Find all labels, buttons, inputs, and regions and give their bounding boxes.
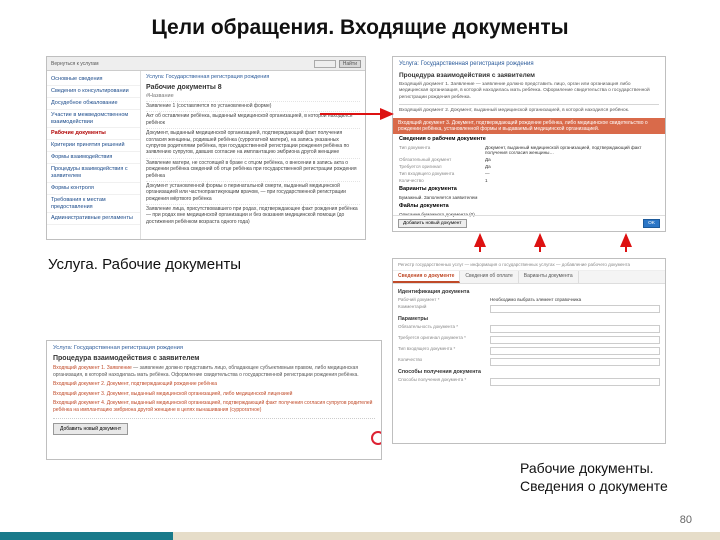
field-row: Обязательный документДа	[393, 156, 665, 163]
variant-link[interactable]: Бумажный. Заполняется заявителем	[399, 195, 659, 200]
doc-line[interactable]: Заявление матери, не состоящей в браке с…	[146, 158, 360, 179]
incoming-2-head[interactable]: Входящий документ 2. Документ, подтвержд…	[53, 381, 217, 387]
service-label: Услуга: Государственная регистрация рожд…	[146, 74, 360, 80]
doc-line[interactable]: Акт об оставлении ребёнка, выданный меди…	[146, 111, 360, 126]
sidebar-item[interactable]: Процедуры взаимодействия с заявителем	[47, 164, 140, 183]
doc-line[interactable]: Заявление 1 (составляется по установленн…	[146, 101, 360, 109]
form-row: Комментарий	[398, 304, 660, 313]
caption-service-docs: Услуга. Рабочие документы	[48, 256, 241, 273]
doc-line[interactable]: Документ установленной формы о перинатал…	[146, 181, 360, 202]
sidebar-item[interactable]: Сведения о консультировании	[47, 86, 140, 98]
doc-line[interactable]: Заявление лица, присутствовавшего при ро…	[146, 204, 360, 225]
tabs: Сведения о документеСведения об оплатеВа…	[393, 271, 665, 284]
back-link[interactable]: Вернуться к услугам	[51, 61, 99, 67]
screenshot-doc-form: Регистр государственных услуг — информац…	[392, 258, 666, 444]
tab[interactable]: Варианты документа	[519, 271, 579, 283]
sidebar-item[interactable]: Критерии принятия решений	[47, 140, 140, 152]
caption-doc-info: Рабочие документы.Сведения о документе	[520, 460, 668, 495]
fieldset-identification: Идентификация документа	[398, 289, 660, 295]
input-box[interactable]	[490, 358, 660, 366]
fieldset-params: Параметры	[398, 316, 660, 322]
sidebar-item[interactable]: Формы контроля	[47, 183, 140, 195]
side-nav: Основные сведенияСведения о консультиров…	[47, 71, 141, 239]
procedure-title: Процедура взаимодействия с заявителем	[53, 355, 375, 362]
ok-button[interactable]: OK	[643, 219, 660, 228]
files-title: Файлы документа	[393, 201, 665, 211]
add-document-button[interactable]: Добавить новый документ	[398, 219, 467, 228]
input-box[interactable]	[490, 325, 660, 333]
procedure-title: Процедура взаимодействия с заявителем	[399, 72, 659, 80]
intro-2: Входящий документ 2. Документ, выданный …	[399, 108, 659, 114]
variants-title: Варианты документа	[393, 184, 665, 194]
field-row: Тип входящего документа—	[393, 170, 665, 177]
field-row: Тип документаДокумент, выданный медицинс…	[393, 144, 665, 156]
sidebar-item[interactable]: Участие в межведомственном взаимодействи…	[47, 110, 140, 129]
input-box[interactable]	[490, 336, 660, 344]
slide-title: Цели обращения. Входящие документы	[0, 16, 720, 40]
section-subhead: #Название	[146, 93, 360, 99]
doc-line[interactable]: Документ, выданный медицинской организац…	[146, 128, 360, 156]
service-label: Услуга: Государственная регистрация рожд…	[53, 345, 375, 351]
service-label: Услуга: Государственная регистрация рожд…	[399, 61, 659, 69]
incoming-1-head[interactable]: Входящий документ 1. Заявление	[53, 365, 132, 371]
highlighted-doc[interactable]: Входящий документ 3. Документ, подтвержд…	[393, 118, 665, 134]
search-button[interactable]: Найти	[339, 60, 361, 68]
add-document-button[interactable]: Добавить новый документ	[53, 423, 128, 435]
sidebar-item[interactable]: Формы взаимодействия	[47, 152, 140, 164]
callout-marker	[371, 431, 382, 445]
form-row: Обязательность документа *	[398, 324, 660, 333]
doc-info-title: Сведения о рабочем документе	[393, 134, 665, 144]
form-row: Количество	[398, 357, 660, 366]
fieldset-obtain: Способы получения документа	[398, 369, 660, 375]
input-box[interactable]	[490, 305, 660, 313]
sidebar-item[interactable]: Административные регламенты	[47, 213, 140, 225]
tab[interactable]: Сведения об оплате	[460, 271, 518, 283]
sidebar-item[interactable]: Рабочие документы	[47, 128, 140, 140]
search-input[interactable]	[314, 60, 336, 68]
form-row: Рабочий документ *Необходимо выбрать эле…	[398, 297, 660, 302]
incoming-3-head[interactable]: Входящий документ 3. Документ, выданный …	[53, 391, 292, 397]
field-row: Требуется оригиналДа	[393, 163, 665, 170]
sidebar-item[interactable]: Требования к местам предоставления	[47, 195, 140, 214]
screenshot-procedure: Услуга: Государственная регистрация рожд…	[46, 340, 382, 460]
screenshot-doc-detail: Услуга: Государственная регистрация рожд…	[392, 56, 666, 232]
breadcrumb: Регистр государственных услуг — информац…	[393, 259, 665, 271]
section-title: Рабочие документы 8	[146, 84, 360, 91]
sidebar-item[interactable]: Основные сведения	[47, 74, 140, 86]
form-row: Требуется оригинал документа *	[398, 335, 660, 344]
tab[interactable]: Сведения о документе	[393, 271, 460, 283]
input-box[interactable]	[490, 347, 660, 355]
footer-bar	[0, 532, 720, 540]
field-row: Количество1	[393, 177, 665, 184]
intro-1: Входящий документ 1. Заявление — заявлен…	[399, 82, 659, 101]
incoming-4-head[interactable]: Входящий документ 4. Документ, выданный …	[53, 400, 372, 413]
input-box[interactable]	[490, 378, 660, 386]
page-number: 80	[680, 514, 692, 526]
form-row: Способы получения документа *	[398, 377, 660, 386]
screenshot-service-docs: Вернуться к услугам Найти Основные сведе…	[46, 56, 366, 240]
sidebar-item[interactable]: Досудебное обжалование	[47, 98, 140, 110]
form-row: Тип входящего документа *	[398, 346, 660, 355]
